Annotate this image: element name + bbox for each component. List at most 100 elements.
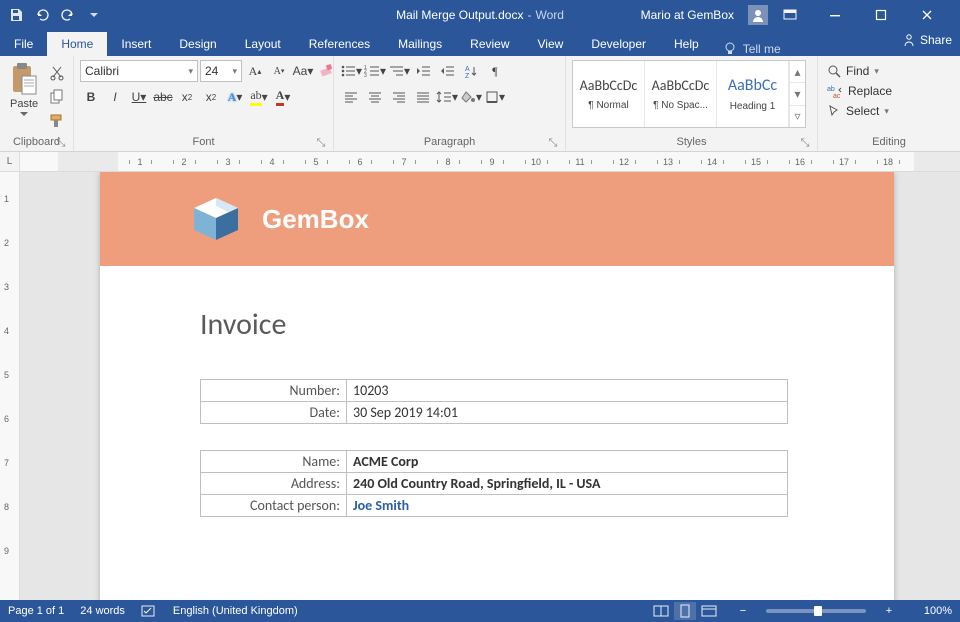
- style-name-label: ¶ Normal: [577, 100, 640, 111]
- tab-view[interactable]: View: [524, 32, 578, 56]
- styles-gallery[interactable]: AaBbCcDc ¶ Normal AaBbCcDc ¶ No Spac... …: [572, 60, 806, 128]
- tab-home[interactable]: Home: [47, 32, 107, 56]
- borders-icon[interactable]: ▾: [484, 86, 506, 108]
- vertical-ruler[interactable]: 123456789: [0, 172, 20, 600]
- replace-button[interactable]: abac Replace: [824, 82, 895, 100]
- qat-customize-icon[interactable]: [86, 7, 102, 23]
- proofing-icon[interactable]: [141, 604, 157, 618]
- shrink-font-icon[interactable]: A▾: [268, 60, 290, 82]
- shading-icon[interactable]: ▾: [460, 86, 482, 108]
- ruler-tick: 8: [4, 502, 9, 512]
- web-layout-icon[interactable]: [698, 602, 720, 620]
- style-no-spacing[interactable]: AaBbCcDc ¶ No Spac...: [645, 61, 717, 127]
- align-left-icon[interactable]: [340, 86, 362, 108]
- strikethrough-button[interactable]: abc: [152, 86, 174, 108]
- subscript-button[interactable]: x2: [176, 86, 198, 108]
- heading-invoice: Invoice: [200, 306, 788, 343]
- font-name-combo[interactable]: Calibri ▾: [80, 60, 198, 82]
- redo-icon[interactable]: [60, 7, 76, 23]
- close-button[interactable]: [904, 0, 950, 30]
- copy-icon[interactable]: [46, 86, 68, 108]
- format-painter-icon[interactable]: [46, 110, 68, 132]
- status-word-count[interactable]: 24 words: [80, 605, 125, 617]
- zoom-slider-thumb[interactable]: [814, 606, 822, 616]
- italic-button[interactable]: I: [104, 86, 126, 108]
- tab-review[interactable]: Review: [456, 32, 523, 56]
- font-color-icon[interactable]: A▾: [272, 86, 294, 108]
- tab-references[interactable]: References: [295, 32, 384, 56]
- ribbon-display-options-icon[interactable]: [782, 7, 798, 23]
- align-right-icon[interactable]: [388, 86, 410, 108]
- highlight-color-icon[interactable]: ab▾: [248, 86, 270, 108]
- dialog-launcher-icon[interactable]: ⤡: [799, 137, 811, 149]
- font-size-combo[interactable]: 24 ▾: [200, 60, 242, 82]
- user-avatar-icon[interactable]: [748, 5, 768, 25]
- zoom-out-button[interactable]: −: [736, 605, 750, 617]
- ruler-tick: 2: [162, 157, 206, 167]
- minimize-button[interactable]: [812, 0, 858, 30]
- dialog-launcher-icon[interactable]: ⤡: [547, 137, 559, 149]
- tab-help[interactable]: Help: [660, 32, 713, 56]
- find-button[interactable]: Find ▾: [824, 62, 895, 80]
- zoom-in-button[interactable]: +: [882, 605, 896, 617]
- zoom-level[interactable]: 100%: [912, 605, 952, 617]
- increase-indent-icon[interactable]: [436, 60, 458, 82]
- dialog-launcher-icon[interactable]: ⤡: [315, 137, 327, 149]
- cut-icon[interactable]: [46, 62, 68, 84]
- grow-font-icon[interactable]: A▴: [244, 60, 266, 82]
- sort-icon[interactable]: AZ: [460, 60, 482, 82]
- decrease-indent-icon[interactable]: [412, 60, 434, 82]
- tell-me-search[interactable]: Tell me: [713, 42, 781, 56]
- tab-mailings[interactable]: Mailings: [384, 32, 456, 56]
- text-effects-icon[interactable]: A▾: [224, 86, 246, 108]
- change-case-icon[interactable]: Aa▾: [292, 60, 314, 82]
- table-row: Contact person: Joe Smith: [201, 495, 788, 517]
- tab-insert[interactable]: Insert: [107, 32, 165, 56]
- select-button[interactable]: Select ▾: [824, 102, 895, 120]
- tab-design[interactable]: Design: [165, 32, 230, 56]
- scroll-up-icon[interactable]: ▴: [790, 61, 805, 83]
- tab-stop-selector[interactable]: L: [0, 152, 20, 171]
- share-button[interactable]: Share: [902, 33, 952, 47]
- bullets-icon[interactable]: ▾: [340, 60, 362, 82]
- print-layout-icon[interactable]: [674, 602, 696, 620]
- document-canvas[interactable]: GemBox Invoice Number: 10203 Date: 30 Se…: [20, 172, 960, 600]
- numbering-icon[interactable]: 123▾: [364, 60, 386, 82]
- scroll-down-icon[interactable]: ▾: [790, 83, 805, 105]
- table-row: Address: 240 Old Country Road, Springfie…: [201, 473, 788, 495]
- align-center-icon[interactable]: [364, 86, 386, 108]
- paste-button[interactable]: Paste: [6, 60, 42, 119]
- line-spacing-icon[interactable]: ▾: [436, 86, 458, 108]
- cell-value-link: Joe Smith: [347, 495, 788, 517]
- read-mode-icon[interactable]: [650, 602, 672, 620]
- bold-button[interactable]: B: [80, 86, 102, 108]
- save-icon[interactable]: [8, 7, 24, 23]
- undo-icon[interactable]: [34, 7, 50, 23]
- tab-developer[interactable]: Developer: [577, 32, 660, 56]
- gallery-expand-icon[interactable]: ▿: [790, 106, 805, 127]
- zoom-slider[interactable]: [766, 609, 866, 613]
- quick-access-toolbar: [0, 7, 102, 23]
- cell-value: 240 Old Country Road, Springfield, IL - …: [347, 473, 788, 495]
- justify-icon[interactable]: [412, 86, 434, 108]
- superscript-button[interactable]: x2: [200, 86, 222, 108]
- svg-text:Z: Z: [465, 73, 470, 78]
- status-page[interactable]: Page 1 of 1: [8, 605, 64, 617]
- underline-button[interactable]: U▾: [128, 86, 150, 108]
- contact-link[interactable]: Joe Smith: [353, 497, 409, 514]
- status-language[interactable]: English (United Kingdom): [173, 605, 298, 617]
- dialog-launcher-icon[interactable]: ⤡: [55, 137, 67, 149]
- tab-file[interactable]: File: [0, 32, 47, 56]
- select-label: Select: [846, 104, 879, 118]
- gallery-scroller[interactable]: ▴ ▾ ▿: [789, 61, 805, 127]
- style-normal[interactable]: AaBbCcDc ¶ Normal: [573, 61, 645, 127]
- horizontal-ruler[interactable]: 123456789101112131415161718: [20, 152, 960, 171]
- tab-layout[interactable]: Layout: [231, 32, 295, 56]
- document-body[interactable]: Invoice Number: 10203 Date: 30 Sep 2019 …: [100, 266, 894, 517]
- chevron-down-icon: ▾: [232, 66, 237, 77]
- user-name-label[interactable]: Mario at GemBox: [641, 8, 734, 22]
- maximize-button[interactable]: [858, 0, 904, 30]
- show-paragraph-marks-icon[interactable]: ¶: [484, 60, 506, 82]
- style-heading-1[interactable]: AaBbCc Heading 1: [717, 61, 789, 127]
- multilevel-list-icon[interactable]: ▾: [388, 60, 410, 82]
